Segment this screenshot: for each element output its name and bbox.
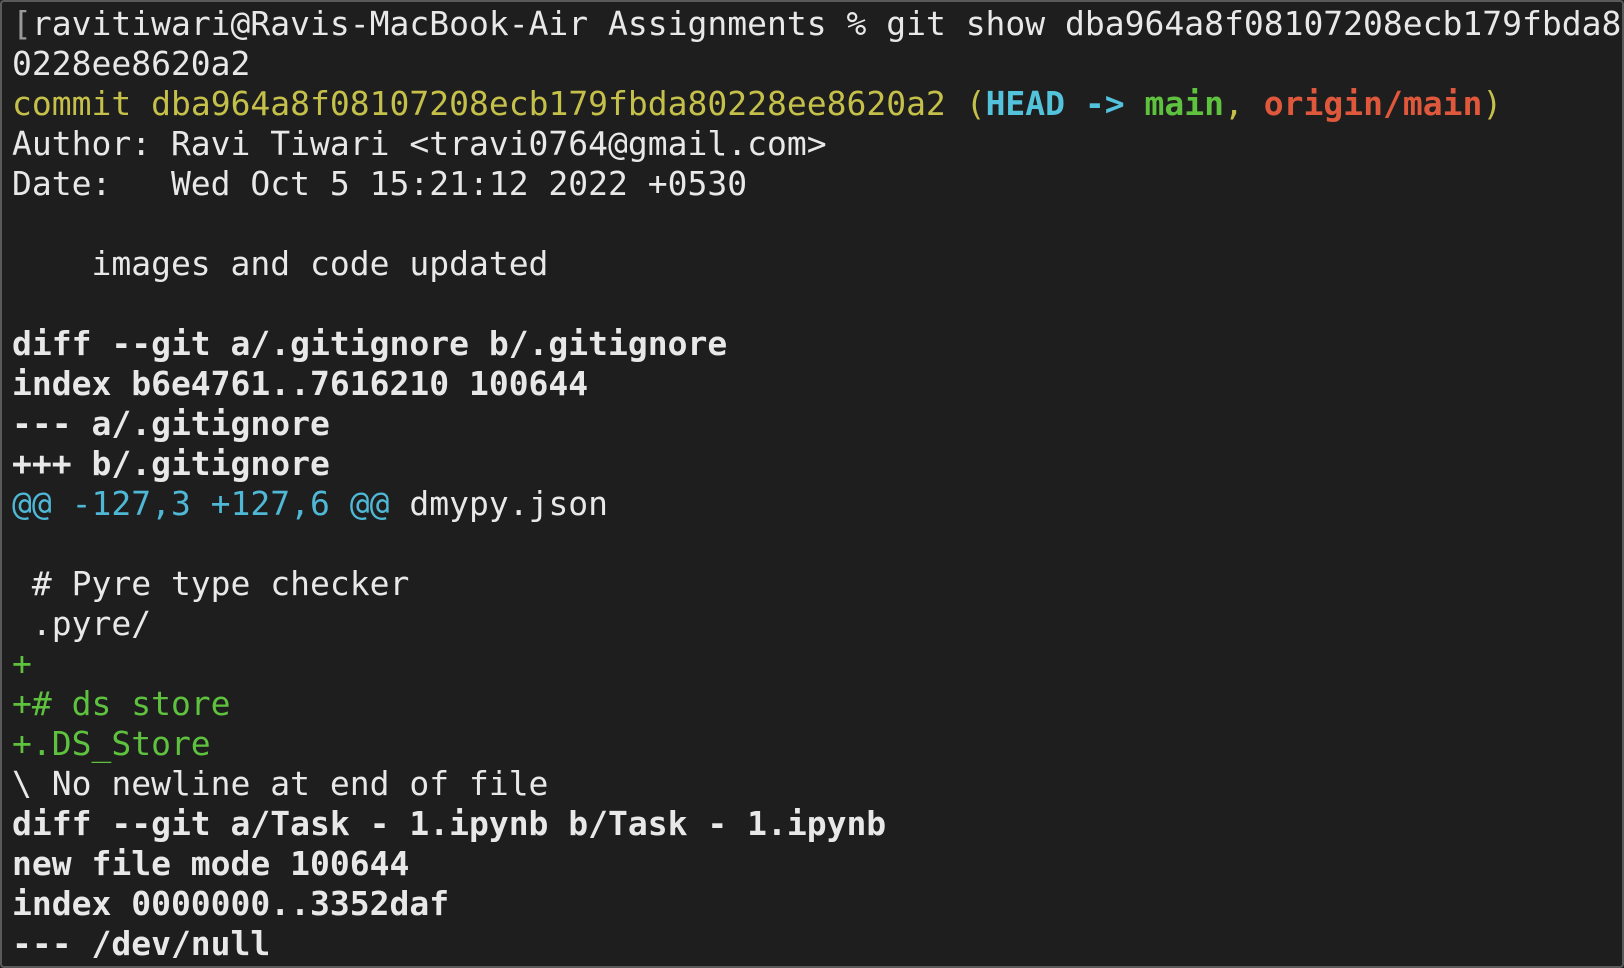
command-text: git show dba964a8f08107208ecb179fbda8 — [886, 4, 1622, 43]
context-line: .pyre/ — [12, 604, 152, 643]
diff-header: diff --git a/.gitignore b/.gitignore — [12, 324, 728, 363]
added-line: +.DS_Store — [12, 724, 211, 763]
terminal-window[interactable]: [ravitiwari@Ravis-MacBook-Air Assignment… — [0, 0, 1624, 968]
head-arrow: -> — [1084, 84, 1125, 123]
prompt-bracket: [ — [12, 4, 32, 43]
prompt-user-host: ravitiwari@Ravis-MacBook-Air — [31, 4, 589, 43]
diff-header: diff --git a/Task - 1.ipynb b/Task - 1.i… — [12, 804, 887, 843]
diff-index-line: index 0000000..3352daf — [12, 884, 450, 923]
ref-comma: , — [1224, 84, 1244, 123]
diff-minus-file: --- /dev/null — [12, 924, 271, 963]
commit-open-paren: ( — [965, 84, 986, 123]
no-newline-notice: \ No newline at end of file — [12, 764, 549, 803]
author-line: Author: Ravi Tiwari <travi0764@gmail.com… — [12, 124, 827, 163]
commit-label: commit — [12, 84, 132, 123]
added-line: + — [12, 644, 32, 683]
context-line: # Pyre type checker — [12, 564, 410, 603]
commit-line: commit dba964a8f08107208ecb179fbda80228e… — [12, 84, 1622, 124]
date-line: Date: Wed Oct 5 15:21:12 2022 +0530 — [12, 164, 748, 203]
diff-index-line: index b6e4761..7616210 100644 — [12, 364, 589, 403]
prompt-symbol: % — [846, 4, 867, 43]
hunk-header-line: @@ -127,3 +127,6 @@ dmypy.json — [12, 484, 1622, 524]
diff-mode-line: new file mode 100644 — [12, 844, 410, 883]
commit-message: images and code updated — [12, 244, 549, 283]
hunk-range: @@ -127,3 +127,6 @@ — [12, 484, 390, 523]
remote-ref: origin/main — [1263, 84, 1483, 123]
diff-plus-file: +++ b/.gitignore — [12, 444, 330, 483]
commit-hash: dba964a8f08107208ecb179fbda80228ee8620a2 — [151, 84, 946, 123]
branch-ref: main — [1144, 84, 1225, 123]
prompt-line: [ravitiwari@Ravis-MacBook-Air Assignment… — [12, 4, 1622, 44]
diff-minus-file: --- a/.gitignore — [12, 404, 330, 443]
hunk-context: dmypy.json — [389, 484, 609, 523]
prompt-cwd: Assignments — [608, 4, 827, 43]
commit-close-paren: ) — [1482, 84, 1503, 123]
added-line: +# ds store — [12, 684, 231, 723]
head-ref: HEAD — [985, 84, 1066, 123]
command-wrap-line: 0228ee8620a2 — [12, 44, 251, 83]
